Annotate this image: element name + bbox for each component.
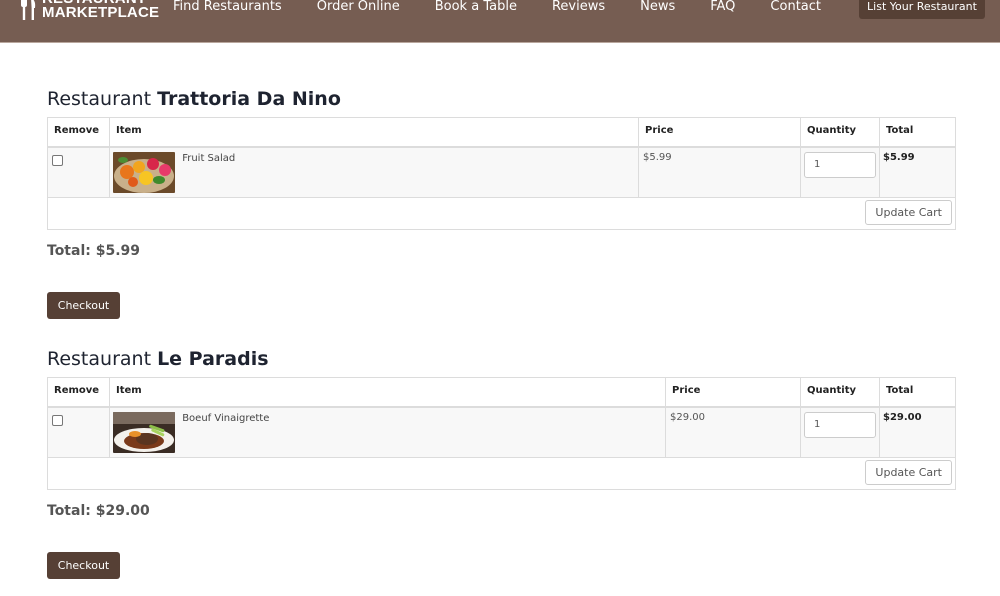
logo-line-2: MARKETPLACE	[42, 4, 160, 21]
remove-checkbox[interactable]	[52, 414, 63, 426]
item-total: $5.99	[883, 151, 915, 163]
quantity-input[interactable]	[804, 151, 876, 178]
nav-find-restaurants[interactable]: Find Restaurants	[173, 0, 282, 16]
item-name[interactable]: Boeuf Vinaigrette	[182, 413, 269, 424]
column-header-total: Total	[879, 377, 956, 408]
column-header-total: Total	[879, 117, 956, 148]
fruit-salad-image	[113, 151, 175, 193]
column-header-quantity: Quantity	[800, 117, 880, 148]
update-cart-button[interactable]: Update Cart	[865, 199, 952, 225]
restaurant-name: Le Paradis	[157, 348, 269, 370]
table-row: Fruit Salad $5.99 $5.99	[47, 146, 956, 198]
main-nav: Find Restaurants Order Online Book a Tab…	[173, 0, 856, 16]
cart-grand-total: Total: $5.99	[47, 243, 141, 259]
column-header-item: Item	[109, 377, 666, 408]
site-logo[interactable]: RESTAURANT MARKETPLACE	[20, 0, 159, 28]
nav-book-a-table[interactable]: Book a Table	[435, 0, 517, 16]
fork-knife-icon	[20, 0, 38, 28]
table-row: Boeuf Vinaigrette $29.00 $29.00	[47, 406, 956, 458]
nav-faq[interactable]: FAQ	[710, 0, 735, 16]
item-price: $5.99	[643, 151, 672, 163]
column-header-remove: Remove	[47, 117, 110, 148]
checkout-button[interactable]: Checkout	[47, 292, 120, 319]
boeuf-vinaigrette-image	[113, 411, 175, 453]
cart-grand-total: Total: $29.00	[47, 503, 150, 519]
column-header-quantity: Quantity	[800, 377, 880, 408]
cart-title: Restaurant Trattoria Da Nino	[47, 88, 341, 110]
column-header-item: Item	[109, 117, 639, 148]
nav-news[interactable]: News	[640, 0, 675, 16]
restaurant-name: Trattoria Da Nino	[157, 88, 341, 110]
cart-title: Restaurant Le Paradis	[47, 348, 269, 370]
cart-title-prefix: Restaurant	[47, 348, 152, 370]
list-your-restaurant-button[interactable]: List Your Restaurant	[859, 0, 985, 19]
column-header-price: Price	[665, 377, 801, 408]
nav-contact[interactable]: Contact	[770, 0, 821, 16]
remove-checkbox[interactable]	[52, 154, 63, 166]
column-header-remove: Remove	[47, 377, 110, 408]
nav-order-online[interactable]: Order Online	[317, 0, 400, 16]
column-header-price: Price	[638, 117, 801, 148]
cart-title-prefix: Restaurant	[47, 88, 152, 110]
nav-reviews[interactable]: Reviews	[552, 0, 605, 16]
quantity-input[interactable]	[804, 411, 876, 438]
item-name[interactable]: Fruit Salad	[182, 153, 235, 164]
item-total: $29.00	[883, 411, 922, 423]
item-price: $29.00	[670, 411, 705, 423]
update-cart-button[interactable]: Update Cart	[865, 459, 952, 485]
checkout-button[interactable]: Checkout	[47, 552, 120, 579]
site-header: RESTAURANT MARKETPLACE Find Restaurants …	[0, 0, 1000, 43]
cart-table: Remove Item Price Quantity Total Fruit S…	[47, 117, 956, 230]
cart-table: Remove Item Price Quantity Total Boeuf V…	[47, 377, 956, 490]
